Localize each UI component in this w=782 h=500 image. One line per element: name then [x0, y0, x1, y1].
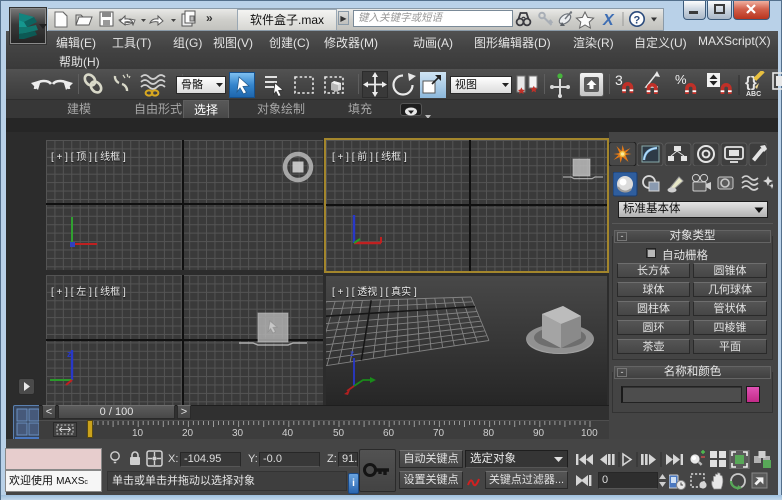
svg-text:X: X: [602, 12, 615, 29]
svg-text:ABC: ABC: [746, 91, 761, 98]
svg-text:?: ?: [634, 15, 641, 27]
svg-text:z: z: [350, 349, 354, 358]
svg-text:%: %: [675, 72, 687, 87]
svg-text:z: z: [67, 349, 72, 359]
svg-text:3: 3: [615, 72, 623, 88]
